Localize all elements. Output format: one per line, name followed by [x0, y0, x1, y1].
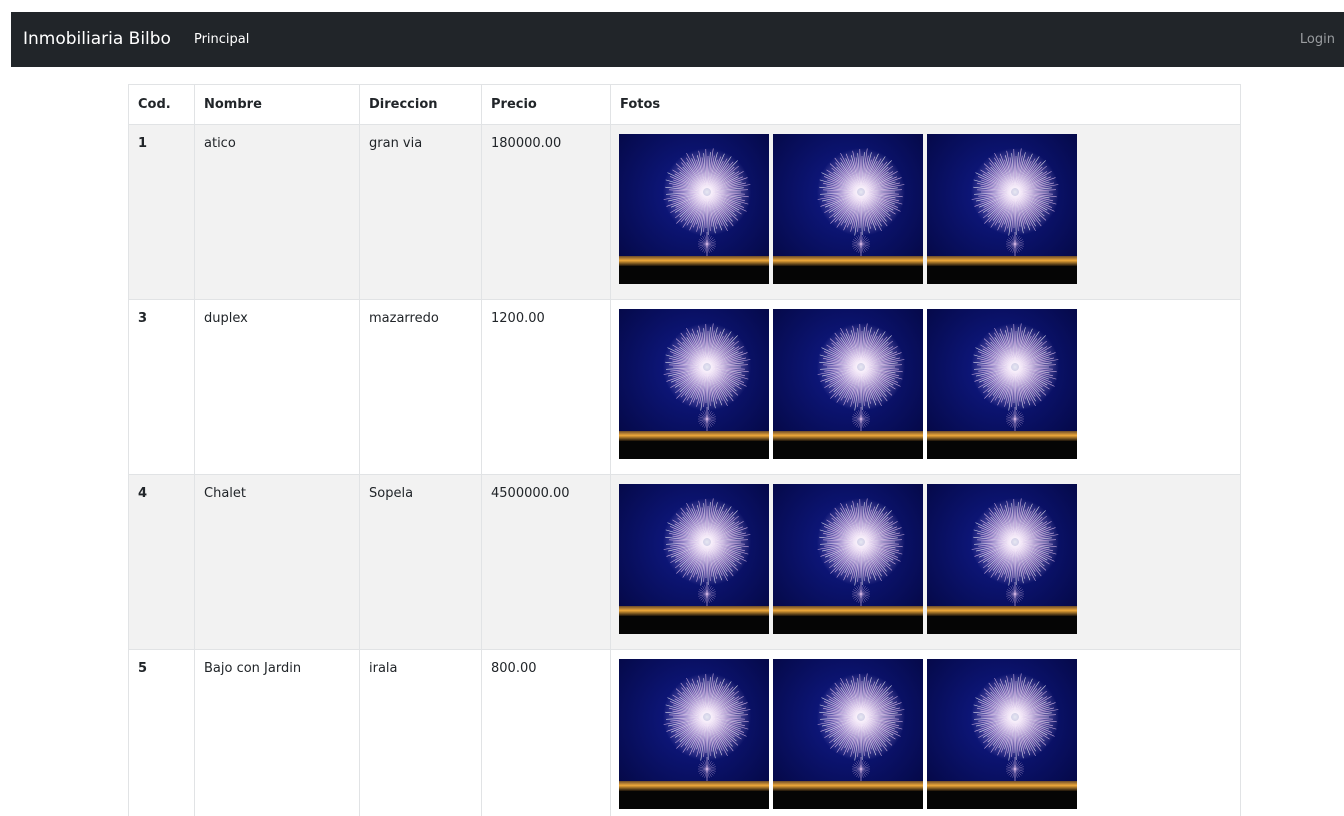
nav-link-login[interactable]: Login [1300, 32, 1335, 47]
fireworks-photo[interactable] [927, 659, 1077, 809]
fireworks-photo[interactable] [927, 134, 1077, 284]
cell-direccion: irala [359, 649, 482, 816]
table-header-row: Cod. Nombre Direccion Precio Fotos [128, 84, 1241, 125]
fireworks-photo[interactable] [619, 134, 769, 284]
cell-fotos [610, 649, 1241, 816]
column-header-precio: Precio [481, 84, 611, 125]
cell-fotos [610, 474, 1241, 650]
cell-fotos [610, 299, 1241, 475]
cell-precio: 1200.00 [481, 299, 611, 475]
cell-nombre: duplex [194, 299, 360, 475]
table-row: 4 Chalet Sopela 4500000.00 [128, 474, 1241, 650]
column-header-fotos: Fotos [610, 84, 1241, 125]
cell-cod: 3 [128, 299, 195, 475]
cell-precio: 180000.00 [481, 124, 611, 300]
fireworks-photo[interactable] [927, 484, 1077, 634]
column-header-nombre: Nombre [194, 84, 360, 125]
fireworks-photo[interactable] [773, 484, 923, 634]
photo-gallery [619, 484, 1240, 634]
cell-precio: 4500000.00 [481, 474, 611, 650]
fireworks-photo[interactable] [619, 659, 769, 809]
cell-nombre: atico [194, 124, 360, 300]
cell-nombre: Chalet [194, 474, 360, 650]
cell-precio: 800.00 [481, 649, 611, 816]
cell-cod: 4 [128, 474, 195, 650]
fireworks-photo[interactable] [773, 309, 923, 459]
photo-gallery [619, 134, 1240, 284]
properties-table: Cod. Nombre Direccion Precio Fotos 1 ati… [128, 84, 1241, 816]
fireworks-photo[interactable] [773, 659, 923, 809]
nav-link-principal[interactable]: Principal [194, 32, 249, 47]
column-header-cod: Cod. [128, 84, 195, 125]
cell-cod: 5 [128, 649, 195, 816]
fireworks-photo[interactable] [773, 134, 923, 284]
table-row: 1 atico gran via 180000.00 [128, 124, 1241, 300]
cell-direccion: Sopela [359, 474, 482, 650]
cell-fotos [610, 124, 1241, 300]
cell-direccion: mazarredo [359, 299, 482, 475]
cell-cod: 1 [128, 124, 195, 300]
column-header-direccion: Direccion [359, 84, 482, 125]
photo-gallery [619, 659, 1240, 809]
fireworks-photo[interactable] [927, 309, 1077, 459]
fireworks-photo[interactable] [619, 484, 769, 634]
table-row: 3 duplex mazarredo 1200.00 [128, 299, 1241, 475]
photo-gallery [619, 309, 1240, 459]
table-row: 5 Bajo con Jardin irala 800.00 [128, 649, 1241, 816]
fireworks-photo[interactable] [619, 309, 769, 459]
properties-table-wrapper: Cod. Nombre Direccion Precio Fotos 1 ati… [128, 84, 1241, 816]
cell-nombre: Bajo con Jardin [194, 649, 360, 816]
navbar-brand[interactable]: Inmobiliaria Bilbo [23, 31, 171, 48]
page: Inmobiliaria Bilbo Principal Login Cod. … [0, 0, 1344, 816]
top-navbar: Inmobiliaria Bilbo Principal Login [11, 12, 1344, 67]
cell-direccion: gran via [359, 124, 482, 300]
